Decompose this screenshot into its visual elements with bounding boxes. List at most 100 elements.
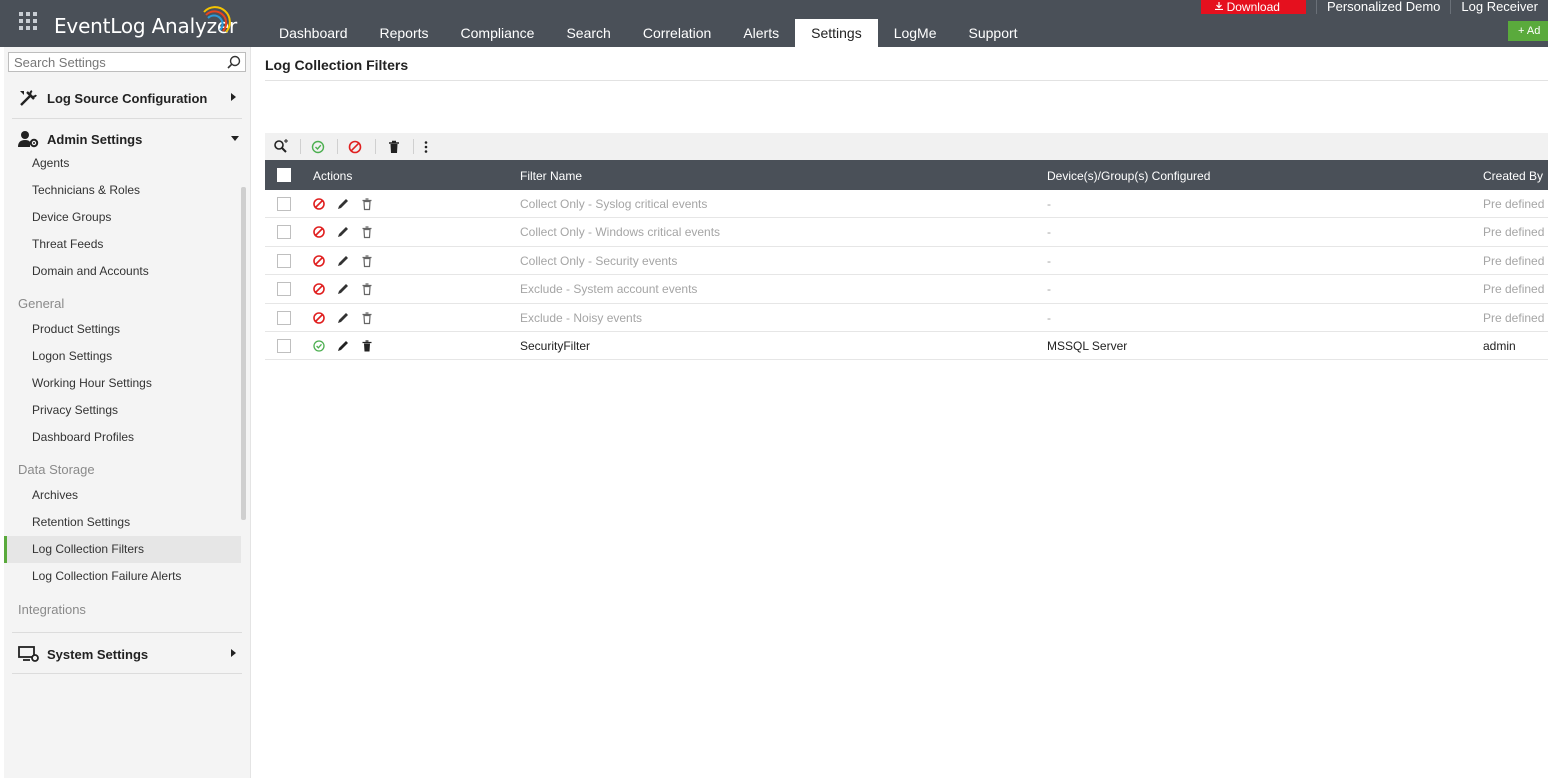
monitor-gear-icon — [18, 646, 39, 662]
sidebar-item-privacy-settings[interactable]: Privacy Settings — [32, 397, 240, 424]
search-icon[interactable] — [227, 55, 241, 69]
delete-icon[interactable] — [386, 139, 402, 155]
download-label: Download — [1226, 0, 1280, 14]
filter-devices: - — [1047, 310, 1051, 325]
disable-icon[interactable] — [312, 254, 326, 268]
enable-icon[interactable] — [310, 139, 326, 155]
sidebar-item-technicians-roles[interactable]: Technicians & Roles — [32, 177, 240, 204]
filter-name[interactable]: Collect Only - Security events — [520, 254, 677, 268]
more-options-icon[interactable] — [418, 139, 434, 155]
tab-support[interactable]: Support — [953, 19, 1034, 47]
sidebar-item-product-settings[interactable]: Product Settings — [32, 316, 240, 343]
row-checkbox[interactable] — [277, 310, 291, 325]
filter-name[interactable]: Exclude - Noisy events — [520, 311, 642, 325]
edit-icon[interactable] — [336, 311, 350, 325]
section-system-settings[interactable]: System Settings — [4, 633, 251, 673]
tools-icon — [20, 90, 37, 106]
sidebar-item-retention-settings[interactable]: Retention Settings — [32, 509, 240, 536]
chevron-right-icon — [231, 93, 236, 101]
sidebar-item-domain-accounts[interactable]: Domain and Accounts — [32, 258, 240, 285]
filter-name[interactable]: Collect Only - Syslog critical events — [520, 197, 707, 211]
sidebar-group-general: General — [18, 296, 65, 311]
sidebar-item-agents[interactable]: Agents — [32, 150, 240, 177]
personalized-demo-link[interactable]: Personalized Demo — [1315, 0, 1450, 14]
sidebar-item-log-collection-failure-alerts[interactable]: Log Collection Failure Alerts — [32, 563, 240, 590]
filter-devices: - — [1047, 197, 1051, 211]
toolbar-separator — [375, 139, 376, 154]
section-log-source-configuration[interactable]: Log Source Configuration — [4, 77, 251, 117]
tab-search[interactable]: Search — [550, 19, 626, 47]
row-checkbox[interactable] — [277, 282, 291, 297]
edit-icon[interactable] — [336, 254, 350, 268]
admin-gear-icon — [18, 131, 39, 148]
edit-icon[interactable] — [336, 197, 350, 211]
add-button[interactable]: + Ad — [1508, 21, 1548, 41]
filter-name[interactable]: SecurityFilter — [520, 339, 590, 353]
table-row: Exclude - System account events - Pre de… — [265, 275, 1548, 304]
filter-devices: - — [1047, 253, 1051, 268]
tab-correlation[interactable]: Correlation — [627, 19, 727, 47]
tab-alerts[interactable]: Alerts — [727, 19, 795, 47]
tab-reports[interactable]: Reports — [364, 19, 445, 47]
row-checkbox[interactable] — [277, 338, 291, 353]
delete-icon[interactable] — [360, 282, 374, 296]
delete-icon[interactable] — [360, 254, 374, 268]
filter-name[interactable]: Collect Only - Windows critical events — [520, 225, 720, 239]
section-label: System Settings — [47, 647, 149, 662]
delete-icon[interactable] — [360, 197, 374, 211]
disable-icon[interactable] — [347, 139, 363, 155]
delete-icon[interactable] — [360, 225, 374, 239]
sidebar-scrollbar[interactable] — [241, 187, 246, 520]
divider — [12, 673, 242, 674]
sidebar-item-log-collection-filters[interactable]: Log Collection Filters — [4, 536, 241, 563]
edit-icon[interactable] — [336, 282, 350, 296]
delete-icon[interactable] — [360, 311, 374, 325]
disable-icon[interactable] — [312, 282, 326, 296]
settings-search-input[interactable] — [9, 53, 219, 71]
table-row: Collect Only - Syslog critical events - … — [265, 190, 1548, 219]
top-right-links: Download Personalized Demo Log Receiver — [1200, 0, 1548, 14]
page-title: Log Collection Filters — [265, 57, 409, 73]
chevron-down-icon — [231, 136, 239, 141]
edit-icon[interactable] — [336, 339, 350, 353]
tab-dashboard[interactable]: Dashboard — [263, 19, 364, 47]
column-filter-name[interactable]: Filter Name — [520, 169, 582, 183]
table-toolbar — [265, 133, 1548, 160]
download-button[interactable]: Download — [1200, 0, 1306, 14]
column-actions: Actions — [313, 169, 353, 183]
filter-name[interactable]: Exclude - System account events — [520, 282, 697, 296]
filter-devices: MSSQL Server — [1047, 338, 1128, 353]
logo-arc-icon — [203, 6, 231, 33]
disable-icon[interactable] — [312, 197, 326, 211]
column-created-by[interactable]: Created By — [1483, 169, 1543, 183]
filter-search-icon[interactable] — [273, 139, 289, 155]
tab-compliance[interactable]: Compliance — [445, 19, 551, 47]
sidebar-item-working-hour-settings[interactable]: Working Hour Settings — [32, 370, 240, 397]
settings-search — [8, 52, 246, 72]
disable-icon[interactable] — [312, 311, 326, 325]
sidebar-item-logon-settings[interactable]: Logon Settings — [32, 343, 240, 370]
sidebar-item-threat-feeds[interactable]: Threat Feeds — [32, 231, 240, 258]
delete-icon[interactable] — [360, 339, 374, 353]
tab-settings[interactable]: Settings — [795, 19, 878, 47]
filter-created-by: Pre defined — [1483, 310, 1545, 325]
column-devices[interactable]: Device(s)/Group(s) Configured — [1047, 169, 1210, 183]
enable-icon[interactable] — [312, 339, 326, 353]
sidebar-item-dashboard-profiles[interactable]: Dashboard Profiles — [32, 424, 240, 451]
edit-icon[interactable] — [336, 225, 350, 239]
log-receiver-link[interactable]: Log Receiver — [1450, 0, 1548, 14]
disable-icon[interactable] — [312, 225, 326, 239]
sidebar-group-data-storage: Data Storage — [18, 462, 95, 477]
toolbar-separator — [337, 139, 338, 154]
row-checkbox[interactable] — [277, 225, 291, 240]
sidebar-item-device-groups[interactable]: Device Groups — [32, 204, 240, 231]
download-icon — [1214, 2, 1223, 10]
sidebar-group-integrations[interactable]: Integrations — [18, 602, 86, 617]
sidebar-item-archives[interactable]: Archives — [32, 482, 240, 509]
app-grid-icon[interactable] — [19, 12, 37, 30]
row-checkbox[interactable] — [277, 253, 291, 268]
select-all-checkbox[interactable] — [277, 168, 291, 182]
filter-created-by: Pre defined — [1483, 197, 1545, 211]
row-checkbox[interactable] — [277, 197, 291, 211]
tab-logme[interactable]: LogMe — [878, 19, 953, 47]
